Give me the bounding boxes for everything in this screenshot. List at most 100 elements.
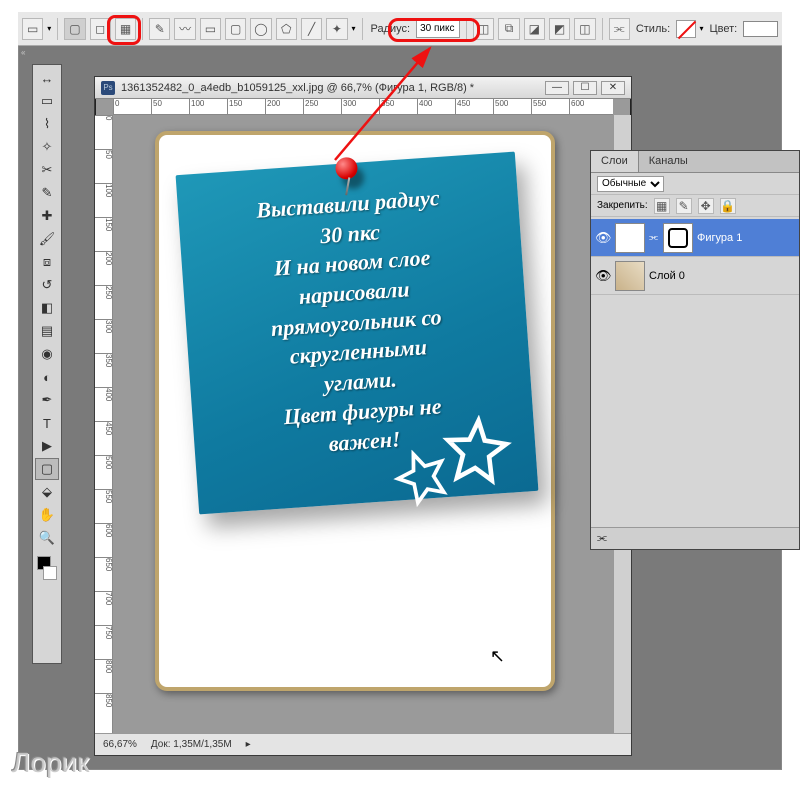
visibility-icon[interactable]: 👁 [595, 230, 611, 246]
eraser-tool-icon[interactable]: ◧ [35, 297, 59, 319]
vertical-ruler[interactable]: 0501001502002503003504004505005506006507… [95, 115, 113, 733]
color-swatches[interactable] [35, 554, 59, 582]
color-swatch[interactable] [743, 21, 778, 37]
wand-tool-icon[interactable]: ✧ [35, 136, 59, 158]
document-window: Ps 1361352482_0_a4edb_b1059125_xxl.jpg @… [94, 76, 632, 756]
style-label: Стиль: [634, 23, 672, 35]
layer-row[interactable]: 👁 ⫘ Фигура 1 [591, 219, 799, 257]
blur-tool-icon[interactable]: ◉ [35, 343, 59, 365]
marquee-tool-icon[interactable]: ▭ [35, 90, 59, 112]
ruler-tick: 100 [189, 99, 204, 115]
tool-preset-icon[interactable]: ▭ [22, 18, 43, 40]
style-swatch-none[interactable] [676, 20, 695, 38]
status-arrow-icon[interactable]: ▸ [246, 739, 251, 750]
shape-layers-mode-icon[interactable]: ▢ [64, 18, 85, 40]
zoom-value[interactable]: 66,67% [103, 739, 137, 750]
panel-toggle-icon[interactable]: « [21, 48, 25, 57]
custom-shape-icon[interactable]: ✦ [326, 18, 347, 40]
shape-options-arrow-icon[interactable]: ▾ [352, 24, 356, 33]
zoom-tool-icon[interactable]: 🔍 [35, 527, 59, 549]
tab-layers[interactable]: Слои [591, 151, 639, 172]
ruler-tick: 600 [95, 523, 113, 537]
pen-shape-icon[interactable]: ✎ [149, 18, 170, 40]
dropdown-arrow-icon[interactable]: ▾ [47, 24, 51, 33]
combine-exclude-icon[interactable]: ◫ [574, 18, 595, 40]
lasso-tool-icon[interactable]: ⌇ [35, 113, 59, 135]
maximize-button[interactable]: ☐ [573, 81, 597, 95]
ruler-tick: 550 [531, 99, 546, 115]
separator [466, 18, 467, 40]
polygon-shape-icon[interactable]: ⬠ [276, 18, 297, 40]
combine-subtract-icon[interactable]: ◪ [524, 18, 545, 40]
separator [602, 18, 603, 40]
close-button[interactable]: ✕ [601, 81, 625, 95]
dodge-tool-icon[interactable]: ◐ [35, 366, 59, 388]
type-tool-icon[interactable]: T [35, 412, 59, 434]
layer-row[interactable]: 👁 Слой 0 [591, 257, 799, 295]
tab-channels[interactable]: Каналы [639, 151, 698, 172]
ruler-tick: 100 [95, 183, 113, 197]
visibility-icon[interactable]: 👁 [595, 268, 611, 284]
link-layers-icon[interactable]: ⫘ [597, 532, 607, 545]
radius-input[interactable] [416, 20, 460, 38]
path-select-tool-icon[interactable]: ▶ [35, 435, 59, 457]
ruler-tick: 650 [95, 557, 113, 571]
layer-list: 👁 ⫘ Фигура 1 👁 Слой 0 [591, 217, 799, 297]
pin-icon [335, 157, 358, 180]
minimize-button[interactable]: — [545, 81, 569, 95]
lock-label: Закрепить: [597, 200, 648, 211]
ruler-tick: 350 [379, 99, 394, 115]
stamp-tool-icon[interactable]: ⧈ [35, 251, 59, 273]
lock-all-icon[interactable]: 🔒 [720, 198, 736, 214]
toolbox-panel: ↔ ▭ ⌇ ✧ ✂ ✎ ✚ 🖌 ⧈ ↺ ◧ ▤ ◉ ◐ ✒ T ▶ ▢ ⬙ ✋ … [32, 64, 62, 664]
crop-tool-icon[interactable]: ✂ [35, 159, 59, 181]
paths-mode-icon[interactable]: ◻ [90, 18, 111, 40]
style-arrow-icon[interactable]: ▾ [700, 24, 704, 33]
gradient-tool-icon[interactable]: ▤ [35, 320, 59, 342]
pen-tool-icon[interactable]: ✒ [35, 389, 59, 411]
lock-transparency-icon[interactable]: ▦ [654, 198, 670, 214]
brush-tool-icon[interactable]: 🖌 [35, 228, 59, 250]
ruler-tick: 550 [95, 489, 113, 503]
ruler-tick: 0 [113, 99, 119, 115]
horizontal-ruler[interactable]: 050100150200250300350400450500550600 [113, 99, 613, 115]
hand-tool-icon[interactable]: ✋ [35, 504, 59, 526]
combine-intersect-icon[interactable]: ◩ [549, 18, 570, 40]
ruler-tick: 450 [455, 99, 470, 115]
document-titlebar[interactable]: Ps 1361352482_0_a4edb_b1059125_xxl.jpg @… [95, 77, 631, 99]
fill-pixels-mode-icon[interactable]: ▦ [115, 18, 136, 40]
layer-thumb[interactable] [615, 223, 645, 253]
eyedropper-tool-icon[interactable]: ✎ [35, 182, 59, 204]
line-shape-icon[interactable]: ╱ [301, 18, 322, 40]
layer-name[interactable]: Фигура 1 [697, 232, 742, 244]
ruler-tick: 250 [95, 285, 113, 299]
lock-position-icon[interactable]: ✥ [698, 198, 714, 214]
combine-add-icon[interactable]: ⧉ [498, 18, 519, 40]
combine-new-icon[interactable]: ◫ [473, 18, 494, 40]
freeform-pen-icon[interactable]: 〰 [174, 18, 195, 40]
mask-link-icon[interactable]: ⫘ [649, 232, 659, 243]
3d-tool-icon[interactable]: ⬙ [35, 481, 59, 503]
rectangle-shape-icon[interactable]: ▭ [200, 18, 221, 40]
blend-mode-select[interactable]: Обычные [597, 176, 664, 192]
background-swatch[interactable] [43, 566, 57, 580]
history-brush-tool-icon[interactable]: ↺ [35, 274, 59, 296]
ruler-tick: 200 [95, 251, 113, 265]
ruler-tick: 200 [265, 99, 280, 115]
canvas[interactable]: Выставили радиус 30 пкс И на новом слое … [155, 131, 555, 691]
heal-tool-icon[interactable]: ✚ [35, 205, 59, 227]
mask-thumb[interactable] [663, 223, 693, 253]
move-tool-icon[interactable]: ↔ [35, 67, 59, 89]
ps-icon: Ps [101, 81, 115, 95]
ruler-tick: 400 [417, 99, 432, 115]
rounded-rect-shape-icon[interactable]: ▢ [225, 18, 246, 40]
link-icon[interactable]: ⫘ [609, 18, 630, 40]
panel-footer: ⫘ [591, 527, 799, 549]
layer-name[interactable]: Слой 0 [649, 270, 685, 282]
lock-pixels-icon[interactable]: ✎ [676, 198, 692, 214]
layer-thumb[interactable] [615, 261, 645, 291]
canvas-viewport[interactable]: Выставили радиус 30 пкс И на новом слое … [113, 115, 613, 733]
shape-tool-icon[interactable]: ▢ [35, 458, 59, 480]
ellipse-shape-icon[interactable]: ◯ [250, 18, 271, 40]
panel-tabs: Слои Каналы [591, 151, 799, 173]
